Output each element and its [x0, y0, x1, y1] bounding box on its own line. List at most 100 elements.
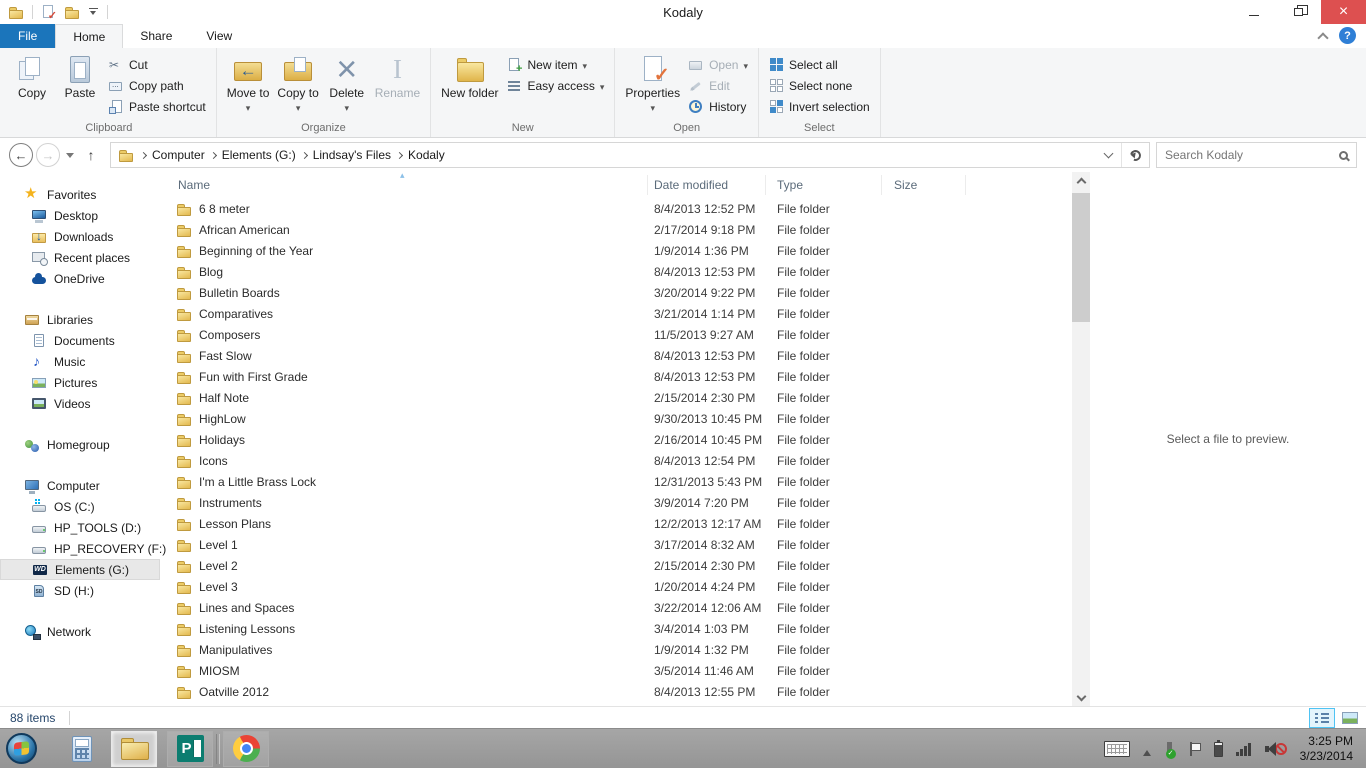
sidebar-section-homegroup[interactable]: Homegroup	[0, 434, 160, 455]
file-row[interactable]: African American 2/17/2014 9:18 PM File fo…	[170, 219, 1072, 240]
tab-view[interactable]: View	[189, 24, 249, 48]
breadcrumb-item[interactable]: Lindsay's Files	[313, 148, 391, 162]
sidebar-item-hp-recovery-f[interactable]: HP_RECOVERY (F:)	[0, 538, 166, 559]
file-row[interactable]: I'm a Little Brass Lock 12/31/2013 5:43 P…	[170, 471, 1072, 492]
sidebar-item-pictures[interactable]: Pictures	[0, 372, 160, 393]
file-row[interactable]: Lesson Plans 12/2/2013 12:17 AM File folde…	[170, 513, 1072, 534]
column-header-type[interactable]: Type	[766, 175, 882, 195]
invert-selection-button[interactable]: Invert selection	[765, 96, 874, 117]
file-row[interactable]: Manipulatives 1/9/2014 1:32 PM File folder	[170, 639, 1072, 660]
scrollbar-thumb[interactable]	[1072, 193, 1090, 322]
tab-home[interactable]: Home	[55, 24, 124, 48]
rename-button[interactable]: Rename	[371, 51, 424, 102]
file-row[interactable]: Icons 8/4/2013 12:54 PM File folder	[170, 450, 1072, 471]
select-all-button[interactable]: Select all	[765, 54, 874, 75]
sidebar-item-music[interactable]: Music	[0, 351, 160, 372]
thumbnails-view-button[interactable]	[1337, 708, 1363, 728]
close-button[interactable]	[1321, 0, 1366, 24]
sidebar-section-network[interactable]: Network	[0, 621, 160, 642]
new-folder-shortcut-icon[interactable]	[64, 4, 81, 20]
copy-button[interactable]: Copy	[8, 51, 56, 102]
details-view-button[interactable]	[1309, 708, 1335, 728]
back-button[interactable]: ←	[9, 143, 33, 167]
select-none-button[interactable]: Select none	[765, 75, 874, 96]
taskbar-publisher-button[interactable]: P	[167, 730, 213, 767]
file-row[interactable]: Comparatives 3/21/2014 1:14 PM File folder	[170, 303, 1072, 324]
edit-button[interactable]: Edit	[684, 75, 752, 96]
move-to-button[interactable]: Move to	[223, 51, 274, 116]
file-row[interactable]: Blog 8/4/2013 12:53 PM File folder	[170, 261, 1072, 282]
address-dropdown-button[interactable]	[1095, 143, 1121, 167]
tab-share[interactable]: Share	[123, 24, 189, 48]
search-icon[interactable]	[1339, 150, 1348, 160]
file-row[interactable]: Composers 11/5/2013 9:27 AM File folder	[170, 324, 1072, 345]
start-button[interactable]	[6, 733, 37, 764]
new-item-button[interactable]: New item	[502, 54, 608, 75]
taskbar-chrome-button[interactable]	[223, 730, 269, 767]
recent-locations-icon[interactable]	[66, 153, 74, 162]
action-center-flag-icon[interactable]	[1189, 741, 1201, 757]
restore-button[interactable]	[1276, 0, 1321, 24]
tab-file[interactable]: File	[0, 24, 56, 48]
file-row[interactable]: Fast Slow 8/4/2013 12:53 PM File folder	[170, 345, 1072, 366]
sidebar-item-sd-h[interactable]: SD (H:)	[0, 580, 160, 601]
minimize-button[interactable]	[1231, 0, 1276, 24]
sidebar-item-desktop[interactable]: Desktop	[0, 205, 160, 226]
vertical-scrollbar[interactable]	[1072, 172, 1090, 706]
column-header-size[interactable]: Size	[882, 175, 966, 195]
network-signal-icon[interactable]	[1235, 742, 1252, 756]
file-row[interactable]: Bulletin Boards 3/20/2014 9:22 PM File fol…	[170, 282, 1072, 303]
touch-keyboard-icon[interactable]	[1103, 741, 1130, 757]
minimize-ribbon-icon[interactable]	[1317, 31, 1329, 44]
battery-icon[interactable]	[1213, 739, 1223, 757]
file-row[interactable]: Holidays 2/16/2014 10:45 PM File folder	[170, 429, 1072, 450]
breadcrumb-item[interactable]: Computer	[152, 148, 205, 162]
sidebar-section-computer[interactable]: Computer	[0, 475, 160, 496]
properties-button[interactable]: Properties	[621, 51, 684, 116]
file-row[interactable]: Listening Lessons 3/4/2014 1:03 PM File fo…	[170, 618, 1072, 639]
file-row[interactable]: MIOSM 3/5/2014 11:46 AM File folder	[170, 660, 1072, 681]
refresh-button[interactable]	[1121, 143, 1149, 167]
sidebar-item-videos[interactable]: Videos	[0, 393, 160, 414]
breadcrumb-item[interactable]: Elements (G:)	[222, 148, 296, 162]
file-row[interactable]: Instruments 3/9/2014 7:20 PM File folder	[170, 492, 1072, 513]
paste-button[interactable]: Paste	[56, 51, 104, 102]
copy-path-button[interactable]: Copy path	[104, 75, 210, 96]
file-row[interactable]: Fun with First Grade 8/4/2013 12:53 PM Fil…	[170, 366, 1072, 387]
taskbar-clock[interactable]: 3:25 PM 3/23/2014	[1300, 734, 1353, 764]
sidebar-item-documents[interactable]: Documents	[0, 330, 160, 351]
paste-shortcut-button[interactable]: Paste shortcut	[104, 96, 210, 117]
file-row[interactable]: Beginning of the Year 1/9/2014 1:36 PM Fil…	[170, 240, 1072, 261]
taskbar-calculator-button[interactable]	[59, 731, 105, 767]
forward-button[interactable]: →	[36, 143, 60, 167]
breadcrumb-item[interactable]: Kodaly	[408, 148, 445, 162]
file-row[interactable]: Level 3 1/20/2014 4:24 PM File folder	[170, 576, 1072, 597]
file-row[interactable]: Level 1 3/17/2014 8:32 AM File folder	[170, 534, 1072, 555]
sidebar-section-favorites[interactable]: Favorites	[0, 184, 160, 205]
column-header-date-modified[interactable]: Date modified	[648, 175, 766, 195]
file-row[interactable]: Lines and Spaces 3/22/2014 12:06 AM File f…	[170, 597, 1072, 618]
file-row[interactable]: HighLow 9/30/2013 10:45 PM File folder	[170, 408, 1072, 429]
cut-button[interactable]: Cut	[104, 54, 210, 75]
file-row[interactable]: Level 2 2/15/2014 2:30 PM File folder	[170, 555, 1072, 576]
up-button[interactable]: ↑	[80, 147, 102, 163]
file-row[interactable]: Half Note 2/15/2014 2:30 PM File folder	[170, 387, 1072, 408]
sidebar-item-os-c[interactable]: OS (C:)	[0, 496, 160, 517]
copy-to-button[interactable]: Copy to	[273, 51, 322, 116]
usb-safely-remove-icon[interactable]	[1164, 741, 1176, 759]
volume-muted-icon[interactable]	[1264, 741, 1287, 757]
breadcrumb[interactable]: Computer Elements (G:) Lindsay's Files Koda…	[110, 142, 1150, 168]
new-folder-button[interactable]: New folder	[437, 51, 502, 102]
folder-icon[interactable]	[8, 4, 25, 20]
sidebar-section-libraries[interactable]: Libraries	[0, 309, 160, 330]
file-row[interactable]: 6 8 meter 8/4/2013 12:52 PM File folder	[170, 198, 1072, 219]
properties-shortcut-icon[interactable]	[40, 4, 57, 22]
taskbar-file-explorer-button[interactable]	[111, 730, 157, 767]
show-hidden-icons-icon[interactable]	[1142, 746, 1151, 756]
delete-button[interactable]: Delete	[323, 50, 371, 116]
sidebar-item-elements-g[interactable]: Elements (G:)	[0, 559, 160, 580]
open-button[interactable]: Open	[684, 54, 752, 75]
search-input[interactable]	[1165, 148, 1333, 162]
sidebar-item-hp-tools-d[interactable]: HP_TOOLS (D:)	[0, 517, 160, 538]
sidebar-item-onedrive[interactable]: OneDrive	[0, 268, 160, 289]
